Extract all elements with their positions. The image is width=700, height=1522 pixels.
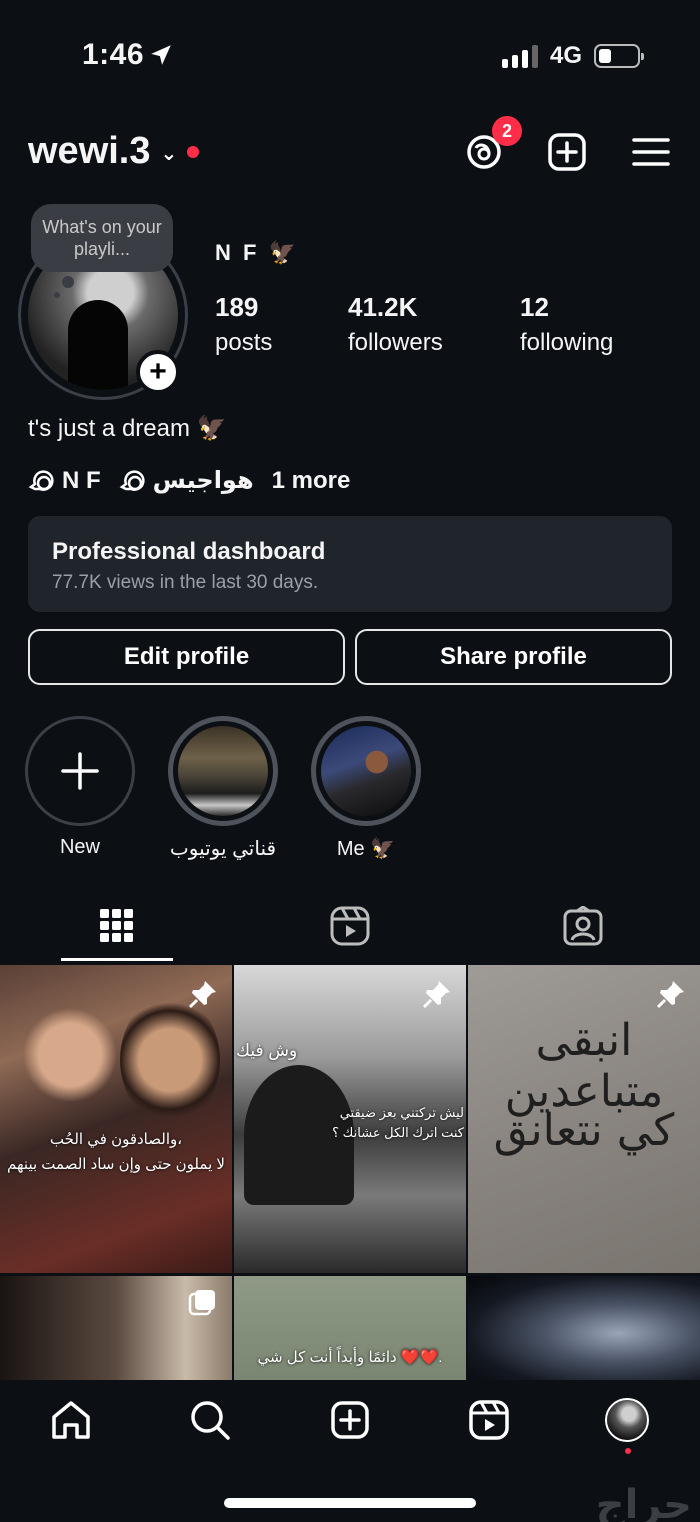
username: wewi.3	[28, 130, 151, 172]
highlight-youtube[interactable]: قناتي يوتيوب	[168, 716, 278, 861]
post-caption: كي نتعانق	[493, 1105, 675, 1156]
threads-link-icon	[119, 469, 145, 491]
post-caption: كنت اترك الكل عشانك ؟	[332, 1125, 464, 1140]
battery-icon	[594, 44, 644, 68]
pin-icon	[656, 981, 684, 1009]
home-icon	[52, 1401, 90, 1439]
grid-post[interactable]	[0, 1276, 232, 1380]
more-links[interactable]: 1 more	[272, 467, 351, 495]
account-switcher[interactable]: wewi.3 ⌄	[28, 130, 200, 173]
link-hawajees[interactable]: هواجيس	[119, 466, 254, 495]
link-label: هواجيس	[152, 467, 254, 494]
highlight-label: Me 🦅	[336, 838, 396, 860]
location-arrow-icon	[151, 45, 171, 65]
professional-dashboard[interactable]: Professional dashboard 77.7K views in th…	[28, 516, 672, 612]
plus-icon	[61, 752, 99, 790]
hamburger-menu-icon	[632, 138, 670, 166]
status-time: 1:46	[82, 38, 145, 71]
highlight-me[interactable]: Me 🦅	[311, 716, 421, 861]
pin-icon	[188, 981, 216, 1009]
link-nf[interactable]: N F	[28, 467, 101, 495]
threads-links: N F هواجيس 1 more	[28, 466, 350, 495]
post-caption: دائمًا وأبداً أنت كل شي ❤️❤️.	[257, 1349, 443, 1366]
bio-text: t's just a dream 🦅	[28, 415, 227, 442]
stat-following[interactable]: 12 following	[520, 292, 613, 357]
home-indicator[interactable]	[224, 1498, 476, 1508]
grid-post[interactable]	[468, 1276, 700, 1380]
threads-badge: 2	[492, 116, 522, 146]
stat-posts[interactable]: 189 posts	[215, 292, 272, 357]
tab-tagged[interactable]	[553, 900, 613, 952]
menu-button[interactable]	[630, 131, 672, 173]
signal-icon	[501, 44, 538, 68]
stat-followers[interactable]: 41.2K followers	[348, 292, 443, 357]
stat-value: 189	[215, 292, 259, 322]
highlight-new[interactable]: New	[25, 716, 135, 859]
post-caption: والصادقون في الحُب،	[49, 1131, 183, 1148]
tab-reels[interactable]	[320, 900, 380, 952]
multiple-posts-icon	[188, 1290, 215, 1316]
nav-reels[interactable]	[467, 1398, 511, 1442]
profile-notification-dot	[625, 1448, 631, 1454]
plus-square-icon	[548, 133, 586, 171]
post-caption: ليش تركتني بعز ضيقتي	[339, 1105, 464, 1120]
nav-search[interactable]	[188, 1398, 232, 1442]
highlight-label: New	[59, 836, 100, 858]
highlight-new-circle	[25, 716, 135, 826]
note-bubble-tail	[62, 276, 74, 288]
grid-icon	[100, 909, 133, 942]
post-caption: لا يملون حتى وإن ساد الصمت بينهم	[7, 1156, 225, 1173]
nav-create[interactable]	[328, 1398, 372, 1442]
status-indicators: 4G	[501, 42, 644, 70]
reels-icon	[469, 1400, 509, 1440]
grid-post[interactable]: وش فيك ليش تركتني بعز ضيقتي كنت اترك الك…	[234, 965, 466, 1273]
grid-post[interactable]: والصادقون في الحُب، لا يملون حتى وإن ساد…	[0, 965, 232, 1273]
stat-value: 41.2K	[348, 292, 418, 322]
nav-profile[interactable]	[605, 1398, 649, 1442]
chevron-down-icon: ⌄	[160, 143, 178, 165]
plus-square-icon	[331, 1401, 369, 1439]
dashboard-subtitle: 77.7K views in the last 30 days.	[52, 572, 319, 593]
notification-dot	[187, 145, 200, 158]
reels-icon	[330, 906, 370, 946]
add-story-button[interactable]: +	[136, 350, 180, 394]
nav-home[interactable]	[49, 1398, 93, 1442]
tagged-person-icon	[563, 906, 603, 946]
stat-label: posts	[215, 329, 273, 356]
threads-link-icon	[28, 469, 54, 491]
pin-icon	[422, 981, 450, 1009]
network-type: 4G	[549, 42, 582, 69]
tab-posts-grid[interactable]	[87, 900, 147, 952]
grid-post[interactable]: دائمًا وأبداً أنت كل شي ❤️❤️.	[234, 1276, 466, 1380]
watermark: حراج	[595, 1482, 692, 1522]
grid-post[interactable]: انبقى متباعدين كي نتعانق	[468, 965, 700, 1273]
highlight-cover	[168, 716, 278, 826]
link-label: N F	[62, 466, 101, 494]
active-tab-indicator	[61, 958, 173, 961]
stat-label: following	[520, 329, 614, 356]
highlight-label: قناتي يوتيوب	[169, 838, 277, 860]
share-profile-button[interactable]: Share profile	[355, 629, 672, 685]
highlight-cover	[311, 716, 421, 826]
display-name: N F 🦅	[215, 240, 299, 265]
note-bubble[interactable]: What's on your playli...	[31, 204, 173, 272]
dashboard-title: Professional dashboard	[52, 538, 326, 565]
post-caption: وش فيك	[236, 1041, 298, 1060]
create-button[interactable]	[546, 131, 588, 173]
note-bubble-tail-small	[54, 292, 60, 298]
edit-profile-button[interactable]: Edit profile	[28, 629, 345, 685]
search-icon	[191, 1401, 230, 1440]
post-caption: انبقى متباعدين	[504, 1015, 664, 1117]
stat-value: 12	[520, 292, 549, 322]
profile-avatar-icon	[605, 1398, 649, 1442]
stat-label: followers	[348, 329, 443, 356]
